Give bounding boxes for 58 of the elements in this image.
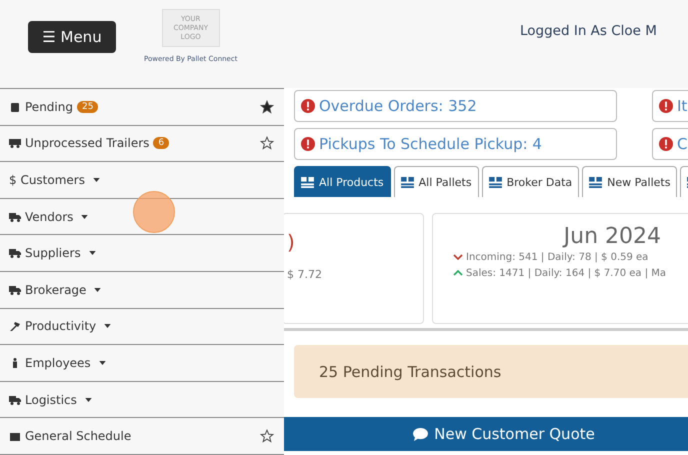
sidebar-label: Vendors [25, 210, 74, 224]
stat-line: Sales: 1471 | Daily: 164 | $ 7.70 ea | Ma [466, 268, 666, 278]
sidebar-label: Pending [25, 100, 73, 114]
truck-icon [9, 284, 21, 295]
star-icon[interactable] [260, 100, 274, 114]
trailer-icon [9, 138, 21, 148]
truck-icon [9, 394, 21, 405]
truck-icon [9, 248, 21, 258]
pallet-icon [400, 176, 414, 188]
tab[interactable]: Broker Data [482, 166, 580, 197]
sidebar-label: Brokerage [25, 282, 86, 297]
chevron-up-icon [453, 270, 463, 276]
sidebar-item[interactable]: Productivity [0, 308, 284, 346]
chevron-down-icon [453, 254, 463, 260]
exclamation-icon [301, 99, 315, 113]
sidebar-label: Suppliers [25, 246, 81, 260]
sidebar-item[interactable]: Employees [0, 345, 284, 382]
tab[interactable]: New Pallets [582, 166, 678, 197]
alert-link[interactable]: It [652, 90, 688, 122]
new-quote-button[interactable]: New Customer Quote [284, 417, 688, 451]
sidebar-item[interactable]: Logistics [0, 382, 284, 418]
banner-text: 25 Pending Transactions [319, 362, 502, 380]
sidebar-item[interactable]: General Schedule [0, 418, 284, 455]
star-icon[interactable] [260, 136, 274, 150]
hammer-icon [9, 321, 21, 332]
menu-button[interactable]: ☰ Menu [28, 21, 116, 53]
sidebar-label: Employees [25, 356, 91, 370]
exclamation-icon [301, 137, 315, 151]
tab[interactable]: All Products [294, 166, 391, 197]
sidebar-item[interactable]: Pending 25 [0, 89, 284, 126]
sidebar-item[interactable]: Suppliers [0, 235, 284, 272]
sidebar-item[interactable]: Brokerage [0, 272, 284, 309]
truck-icon [9, 212, 21, 222]
exclamation-icon [659, 99, 673, 113]
speech-bubble-icon [413, 428, 428, 440]
sidebar-item[interactable]: Unprocessed Trailers 6 [0, 126, 284, 162]
pallet-icon [589, 176, 602, 188]
sidebar-label: Productivity [25, 319, 96, 334]
pallet-icon [488, 176, 502, 188]
sidebar-label: General Schedule [25, 429, 132, 444]
alert-link[interactable]: Overdue Orders: 352 [294, 90, 617, 122]
pallet-icon [301, 176, 314, 188]
tab[interactable]: All Pallets [394, 166, 479, 197]
logged-in-user: Logged In As Cloe M [520, 23, 657, 39]
sidebar-label: Logistics [25, 392, 77, 407]
sidebar-label: Unprocessed Trailers [25, 136, 150, 150]
count-badge: 25 [76, 100, 98, 113]
count-badge: 6 [153, 137, 170, 150]
alert-link[interactable]: C [652, 128, 688, 160]
click-indicator [133, 191, 175, 233]
alert-link[interactable]: Pickups To Schedule Pickup: 4 [294, 128, 617, 160]
card-title: ) [287, 230, 296, 254]
sidebar-label: $ Customers [9, 172, 85, 187]
star-icon[interactable] [260, 429, 274, 444]
stat-line: $ 7.72 [287, 268, 323, 281]
month-title: Jun 2024 [564, 224, 661, 249]
exclamation-icon [659, 137, 673, 151]
stat-line: Incoming: 541 | Daily: 78 | $ 0.59 ea [466, 252, 648, 262]
